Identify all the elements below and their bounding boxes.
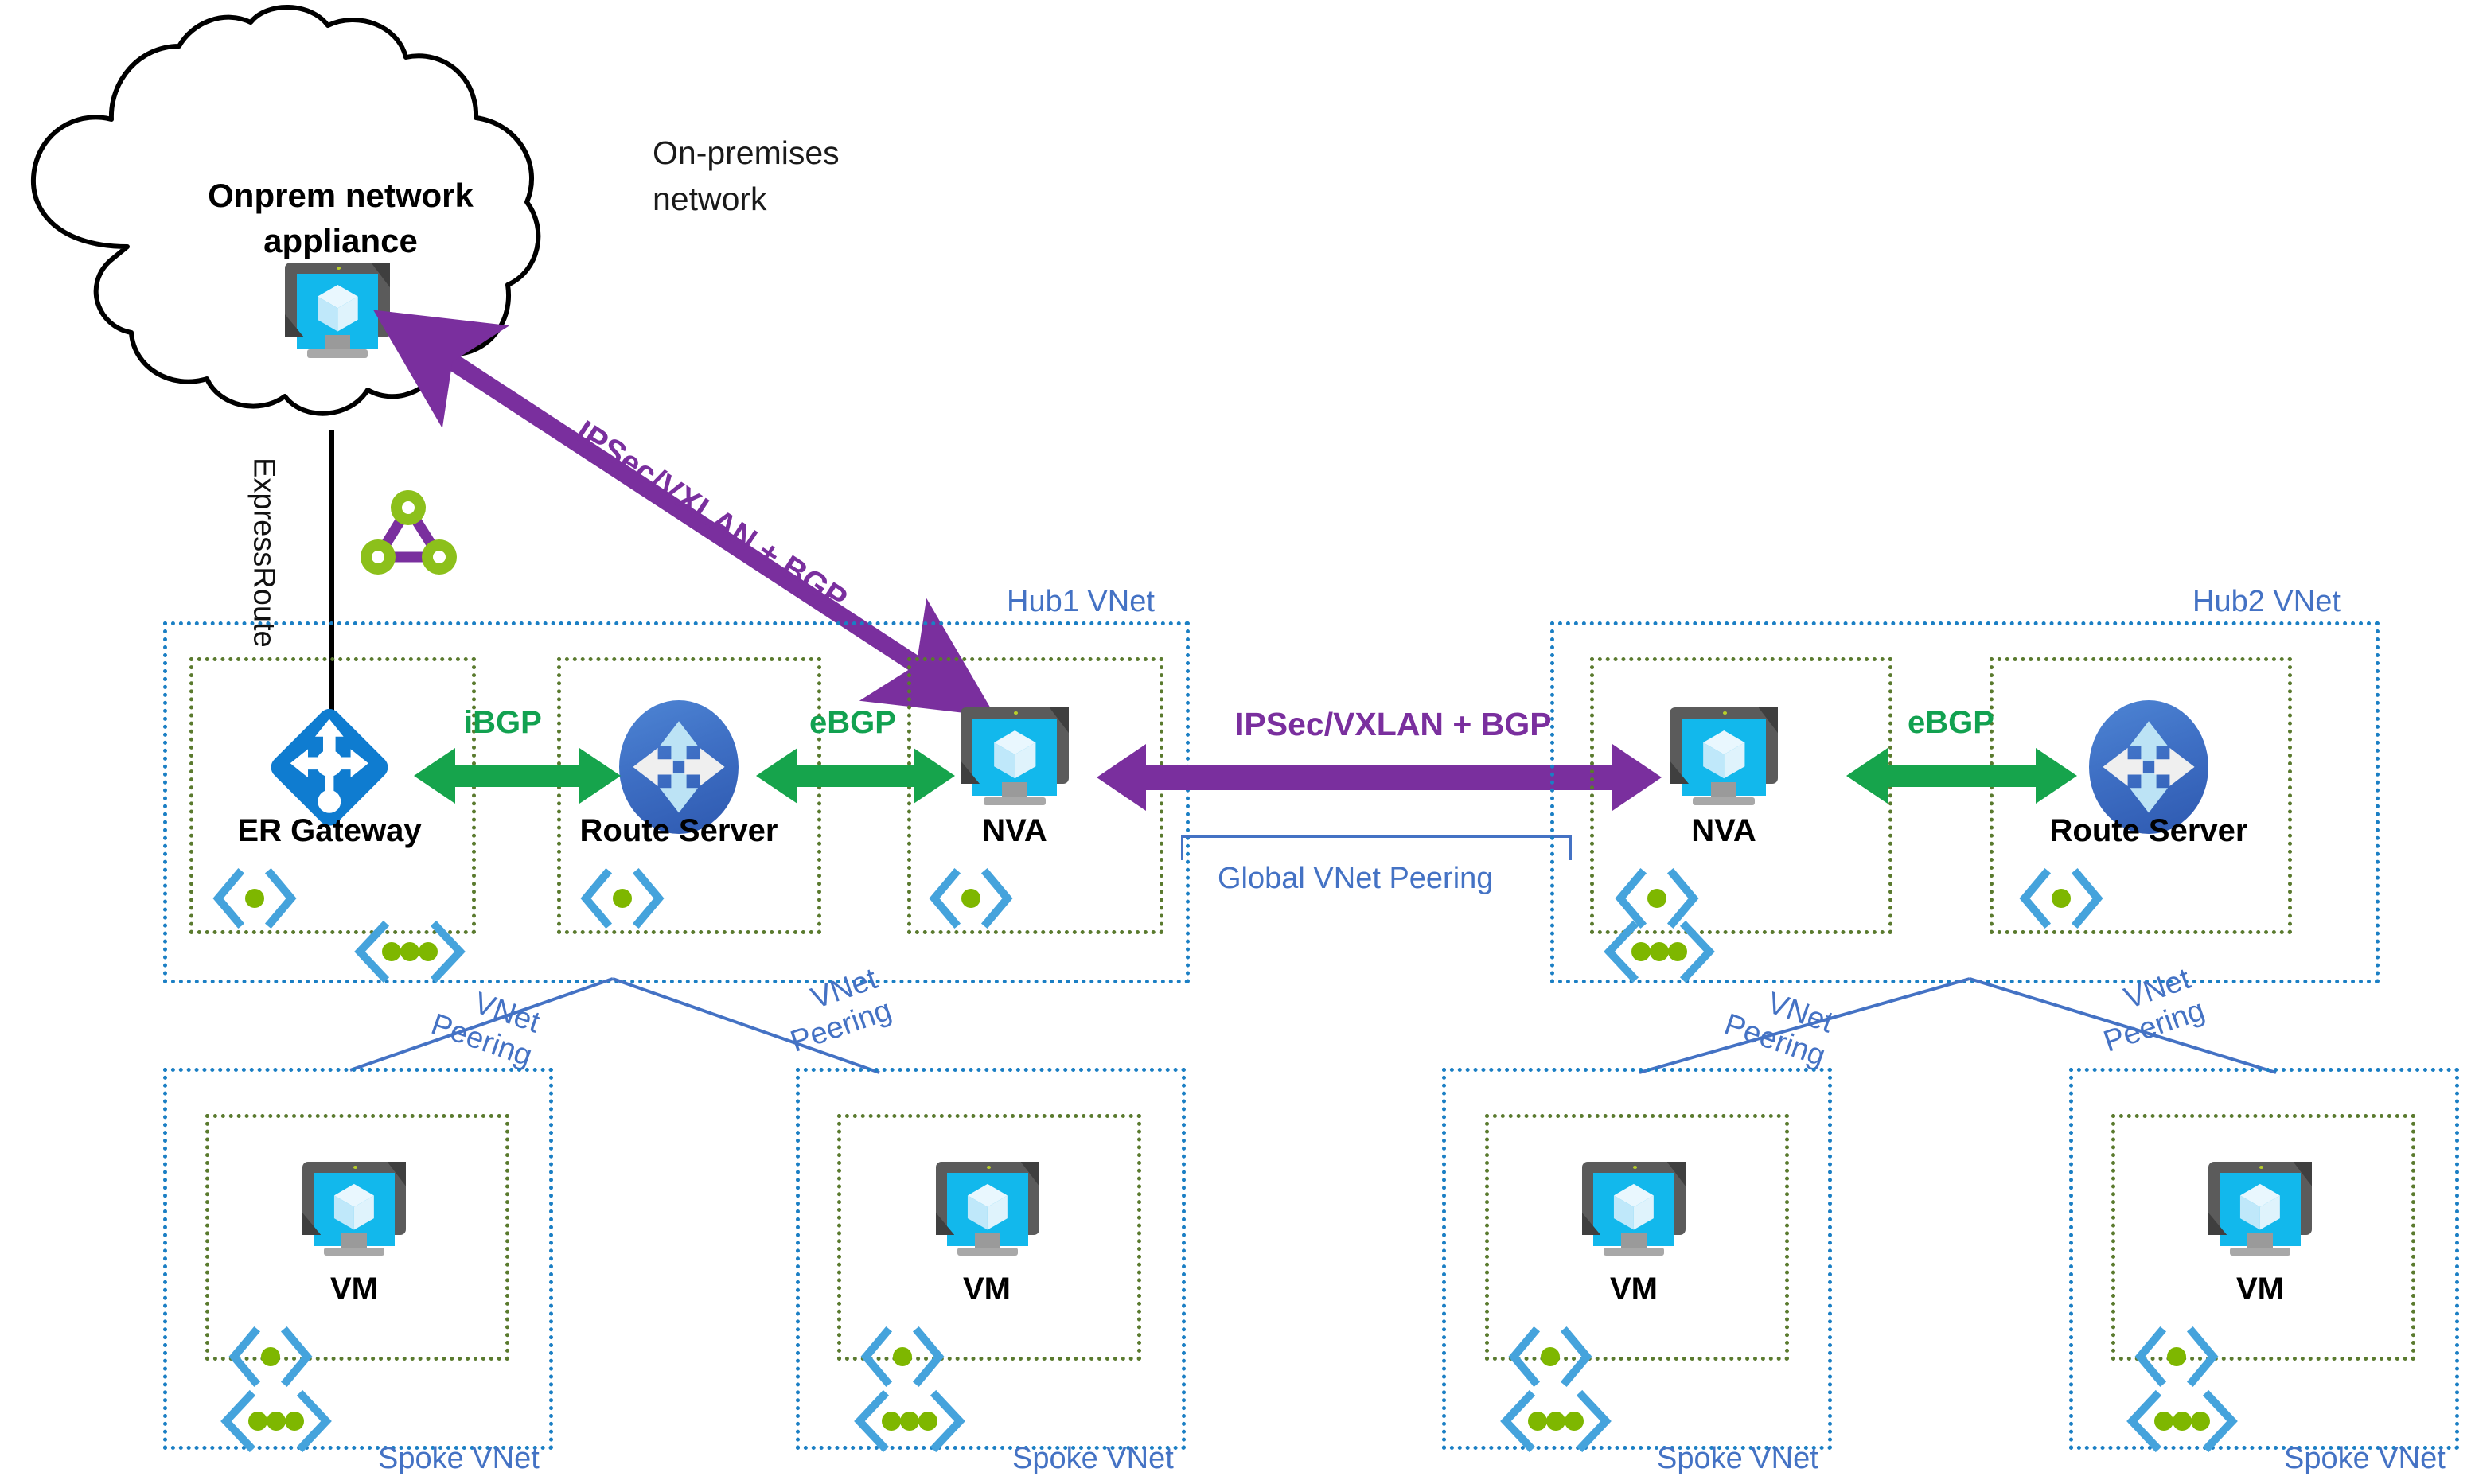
er-gateway-arrows-glyph — [290, 719, 368, 813]
hub1-nva-icon — [961, 707, 1069, 814]
cube-glyph-icon — [2240, 1183, 2280, 1230]
spoke2-subnet-icon — [860, 1326, 945, 1388]
hub1-vnet-label: Hub1 VNet — [1007, 585, 1155, 619]
spoke3-vnet-icon — [1500, 1389, 1612, 1453]
hub1-ergateway-subnet-icon — [212, 867, 297, 929]
onprem-network-label-line2: network — [653, 180, 767, 217]
spoke4-vnet-label-text: Spoke VNet — [2284, 1442, 2446, 1475]
spoke1-vm-label: VM — [235, 1272, 474, 1307]
spoke2-vm-label: VM — [867, 1272, 1106, 1307]
spoke2-vm-icon — [936, 1162, 1039, 1264]
monitor-base — [324, 1247, 384, 1256]
hub1-ibgp-label: iBGP — [464, 705, 542, 741]
expressroute-label: ExpressRoute — [247, 458, 281, 648]
cube-glyph-icon — [993, 730, 1036, 779]
expressroute-label-text: ExpressRoute — [247, 458, 281, 648]
monitor-base — [2230, 1247, 2290, 1256]
hub2-routeserver-subnet-icon — [2019, 867, 2103, 929]
spoke3-vm-label: VM — [1514, 1272, 1753, 1307]
hub1-er-gateway-label: ER Gateway — [210, 813, 449, 849]
monitor-base — [1692, 797, 1756, 806]
cube-glyph-icon — [1702, 730, 1745, 779]
monitor-base — [1604, 1247, 1664, 1256]
spoke2-vm-label-text: VM — [963, 1272, 1011, 1307]
hub1-ibgp-arrow — [414, 748, 621, 804]
spoke3-vm-icon — [1582, 1162, 1686, 1264]
monitor-led-icon — [1632, 1166, 1637, 1169]
spoke4-vm-label-text: VM — [2236, 1272, 2284, 1307]
spoke1-vm-icon — [302, 1162, 406, 1264]
spoke3-vnet-label: Spoke VNet — [1657, 1442, 1818, 1476]
monitor-led-icon — [986, 1166, 991, 1169]
spoke3-vm-label-text: VM — [1610, 1272, 1658, 1307]
network-diagram-canvas: On-premises network Onprem network appli… — [0, 0, 2475, 1484]
spoke3-vnet-label-text: Spoke VNet — [1657, 1442, 1818, 1475]
hub1-route-server-label-text: Route Server — [579, 813, 778, 848]
global-vnet-peering-label: Global VNet Peering — [1218, 862, 1493, 896]
spoke4-vnet-label: Spoke VNet — [2284, 1442, 2446, 1476]
hub1-ebgp-arrow — [756, 748, 955, 804]
hub1-vnet-label-text: Hub1 VNet — [1007, 585, 1155, 618]
route-server-arrows-glyph — [2103, 721, 2195, 813]
monitor-base — [306, 349, 368, 358]
monitor-neck — [341, 1233, 367, 1250]
onprem-appliance-label-line1: Onprem network — [208, 177, 474, 214]
hub1-ebgp-label: eBGP — [809, 705, 896, 741]
hub1-route-server-label: Route Server — [559, 813, 798, 849]
global-vnet-peering-label-text: Global VNet Peering — [1218, 862, 1494, 895]
monitor-led-icon — [2259, 1166, 2263, 1169]
cube-glyph-icon — [317, 284, 358, 332]
spoke1-vm-label-text: VM — [330, 1272, 378, 1307]
spoke4-subnet-icon — [2134, 1326, 2219, 1388]
hub2-nva-label: NVA — [1604, 813, 1843, 849]
hub1-hub2-tunnel-label-text: IPSec/VXLAN + BGP — [1235, 706, 1552, 742]
hub2-route-server-label: Route Server — [2029, 813, 2268, 849]
hub1-ibgp-label-text: iBGP — [464, 705, 542, 740]
spoke2-vnet-icon — [854, 1389, 965, 1453]
cube-glyph-icon — [1614, 1183, 1654, 1230]
hub1-er-gateway-label-text: ER Gateway — [237, 813, 422, 848]
spoke1-vnet-icon — [220, 1389, 332, 1453]
monitor-neck — [975, 1233, 1000, 1250]
hub2-vnet-label-text: Hub2 VNet — [2192, 585, 2341, 618]
spoke3-subnet-icon — [1508, 1326, 1592, 1388]
hub2-route-server-label-text: Route Server — [2049, 813, 2248, 848]
hub2-ebgp-label: eBGP — [1908, 705, 1994, 741]
spoke4-vm-label: VM — [2141, 1272, 2380, 1307]
hub1-ebgp-label-text: eBGP — [809, 705, 896, 740]
hub1-nva-label-text: NVA — [982, 813, 1047, 848]
monitor-neck — [1621, 1233, 1647, 1250]
hub2-ebgp-label-text: eBGP — [1908, 705, 1994, 740]
spoke4-vm-icon — [2208, 1162, 2312, 1264]
route-server-arrows-glyph — [633, 721, 725, 813]
monitor-led-icon — [336, 267, 341, 271]
cube-glyph-icon — [968, 1183, 1008, 1230]
monitor-led-icon — [353, 1166, 357, 1169]
monitor-neck — [2247, 1233, 2273, 1250]
spoke1-vnet-label: Spoke VNet — [378, 1442, 540, 1476]
er-gateway-icon — [266, 703, 392, 830]
spoke1-vnet-label-text: Spoke VNet — [378, 1442, 540, 1475]
onprem-network-label: On-premises network — [653, 134, 840, 218]
global-vnet-peering-bracket — [1181, 835, 1572, 860]
spoke4-vnet-icon — [2126, 1389, 2238, 1453]
monitor-base — [957, 1247, 1018, 1256]
monitor-base — [983, 797, 1047, 806]
hub1-hub2-tunnel-label: IPSec/VXLAN + BGP — [1235, 706, 1552, 743]
hub1-nva-label: NVA — [895, 813, 1134, 849]
onprem-appliance-label-line2: appliance — [263, 222, 418, 260]
hub2-nva-icon — [1670, 707, 1778, 814]
hub2-nva-label-text: NVA — [1691, 813, 1756, 848]
hub1-routeserver-subnet-icon — [580, 867, 665, 929]
hub1-nva-subnet-icon — [929, 867, 1013, 929]
onprem-appliance-label: Onprem network appliance — [197, 177, 484, 259]
spoke2-vnet-label-text: Spoke VNet — [1012, 1442, 1174, 1475]
cube-glyph-icon — [334, 1183, 374, 1230]
hub2-vnet-label: Hub2 VNet — [2192, 585, 2341, 619]
hub2-ebgp-arrow — [1846, 748, 2077, 804]
spoke1-subnet-icon — [228, 1326, 313, 1388]
onprem-network-label-line1: On-premises — [653, 134, 840, 171]
spoke2-vnet-label: Spoke VNet — [1012, 1442, 1174, 1476]
